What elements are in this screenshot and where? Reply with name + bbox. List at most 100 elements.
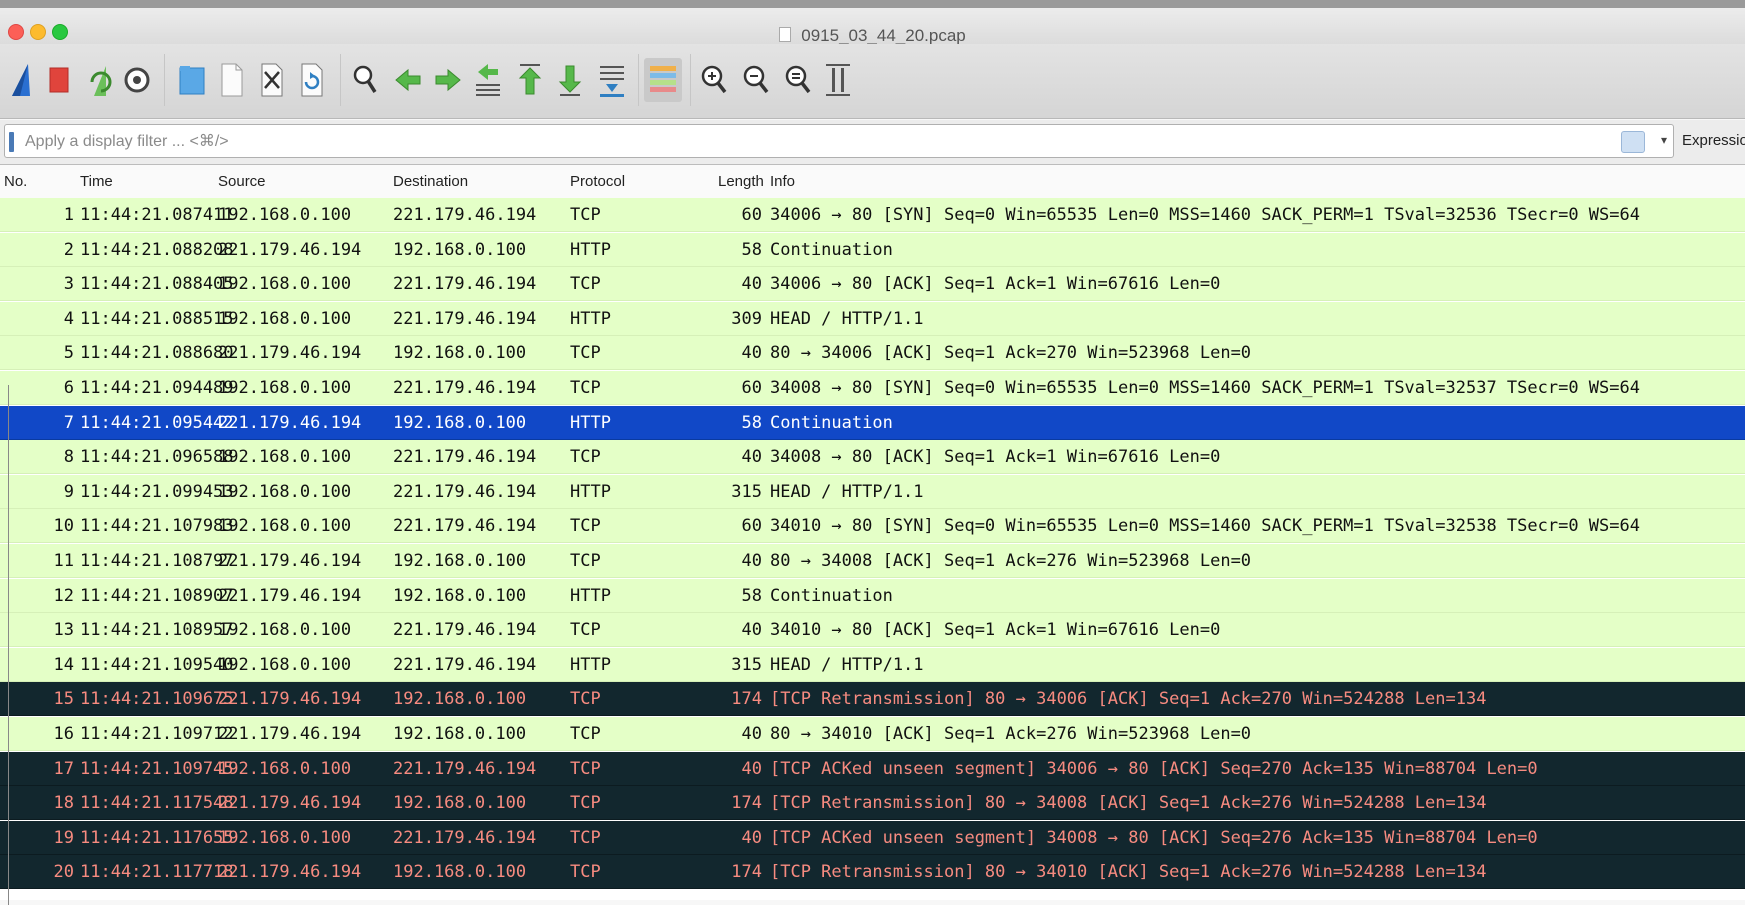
- packet-length: 309: [731, 308, 762, 329]
- packet-row[interactable]: 18 11:44:21.117548 221.179.46.194 192.168.0…: [0, 786, 1745, 821]
- zoom-in-icon[interactable]: [698, 58, 730, 102]
- packet-row[interactable]: 19 11:44:21.117655 192.168.0.100 221.179.46…: [0, 820, 1745, 855]
- go-to-packet-icon[interactable]: [472, 58, 504, 102]
- column-header-source[interactable]: Source: [218, 173, 266, 190]
- packet-length: 315: [731, 654, 762, 675]
- packet-row[interactable]: 1 11:44:21.087411 192.168.0.100 221.179.46.…: [0, 198, 1745, 232]
- packet-no: 2: [63, 239, 74, 260]
- packet-info: Continuation: [770, 412, 893, 433]
- filter-dropdown-icon[interactable]: ▾: [1661, 133, 1667, 147]
- packet-info: 34008 → 80 [ACK] Seq=1 Ack=1 Win=67616 L…: [770, 447, 1221, 468]
- packet-source: 192.168.0.100: [218, 274, 352, 295]
- packet-row[interactable]: 4 11:44:21.088515 192.168.0.100 221.179.46.…: [0, 301, 1745, 336]
- capture-options-icon[interactable]: [122, 58, 154, 102]
- packet-protocol: HTTP: [570, 585, 611, 606]
- packet-row[interactable]: 15 11:44:21.109675 221.179.46.194 192.168.0…: [0, 682, 1745, 717]
- column-header-time[interactable]: Time: [80, 173, 113, 190]
- packet-row[interactable]: 6 11:44:21.094489 192.168.0.100 221.179.46.…: [0, 371, 1745, 405]
- packet-info: 80 → 34008 [ACK] Seq=1 Ack=276 Win=52396…: [770, 551, 1252, 571]
- packet-row[interactable]: 12 11:44:21.108907 221.179.46.194 192.168.0…: [0, 578, 1745, 613]
- go-last-icon[interactable]: [554, 58, 586, 102]
- packet-source: 221.179.46.194: [218, 689, 362, 710]
- zoom-out-icon[interactable]: [740, 58, 772, 102]
- packet-row[interactable]: 13 11:44:21.108957 192.168.0.100 221.179.46…: [0, 613, 1745, 648]
- packet-destination: 192.168.0.100: [393, 724, 527, 744]
- packet-time: 11:44:21.108957: [80, 620, 234, 641]
- packet-row[interactable]: 2 11:44:21.088208 221.179.46.194 192.168.0.…: [0, 232, 1745, 267]
- packet-time: 11:44:21.109540: [80, 654, 234, 675]
- close-file-icon[interactable]: [256, 58, 288, 102]
- packet-protocol: TCP: [570, 516, 601, 537]
- column-header-info[interactable]: Info: [770, 173, 795, 190]
- packet-protocol: HTTP: [570, 412, 611, 433]
- packet-source: 221.179.46.194: [218, 585, 362, 606]
- packet-row[interactable]: 5 11:44:21.088680 221.179.46.194 192.168.0.…: [0, 336, 1745, 371]
- go-first-icon[interactable]: [514, 58, 546, 102]
- packet-destination: 192.168.0.100: [393, 551, 527, 571]
- packet-row[interactable]: 10 11:44:21.107983 192.168.0.100 221.179.46…: [0, 509, 1745, 544]
- autoscroll-icon[interactable]: [596, 58, 628, 102]
- packet-time: 11:44:21.108907: [80, 585, 234, 606]
- packet-info: Continuation: [770, 239, 893, 260]
- toolbar-separator: [690, 54, 691, 106]
- packet-no: 6: [63, 378, 74, 398]
- column-header-destination[interactable]: Destination: [393, 173, 468, 190]
- column-header-length[interactable]: Length: [718, 173, 764, 190]
- display-filter-box: ▾: [4, 124, 1674, 158]
- packet-info: 80 → 34010 [ACK] Seq=1 Ack=276 Win=52396…: [770, 724, 1252, 744]
- packet-time: 11:44:21.117718: [80, 862, 234, 883]
- column-header-protocol[interactable]: Protocol: [570, 173, 625, 190]
- go-forward-icon[interactable]: [432, 58, 464, 102]
- packet-length: 174: [731, 689, 762, 710]
- packet-source: 192.168.0.100: [218, 308, 352, 329]
- packet-time: 11:44:21.095442: [80, 412, 234, 433]
- packet-length: 174: [731, 862, 762, 883]
- packet-time: 11:44:21.088680: [80, 343, 234, 364]
- packet-source: 221.179.46.194: [218, 724, 362, 744]
- packet-no: 10: [53, 516, 74, 537]
- packet-protocol: TCP: [570, 620, 601, 641]
- packet-length: 40: [741, 758, 762, 779]
- go-back-icon[interactable]: [392, 58, 424, 102]
- packet-length: 58: [741, 239, 762, 260]
- column-header-no[interactable]: No.: [4, 173, 27, 190]
- reload-file-icon[interactable]: [296, 58, 328, 102]
- packet-destination: 221.179.46.194: [393, 274, 537, 295]
- packet-row[interactable]: 11 11:44:21.108797 221.179.46.194 192.168.0…: [0, 544, 1745, 578]
- resize-columns-icon[interactable]: [822, 58, 854, 102]
- packet-row[interactable]: 7 11:44:21.095442 221.179.46.194 192.168.0.…: [0, 405, 1745, 440]
- packet-length: 174: [731, 793, 762, 814]
- toolbar-separator: [638, 54, 639, 106]
- start-capture-fin-icon[interactable]: [6, 58, 38, 102]
- packet-row[interactable]: 20 11:44:21.117718 221.179.46.194 192.168.0…: [0, 855, 1745, 890]
- zoom-normal-icon[interactable]: [782, 58, 814, 102]
- packet-no: 13: [53, 620, 74, 641]
- packet-info: [TCP Retransmission] 80 → 34008 [ACK] Se…: [770, 793, 1487, 814]
- filter-apply-icon[interactable]: [1621, 131, 1645, 153]
- restart-capture-icon[interactable]: [84, 58, 116, 102]
- packet-no: 18: [53, 793, 74, 814]
- expression-button[interactable]: Expression...: [1682, 132, 1745, 149]
- packet-row[interactable]: 17 11:44:21.109745 192.168.0.100 221.179.46…: [0, 751, 1745, 786]
- display-filter-bar: ▾ Expression...: [0, 120, 1745, 165]
- save-file-icon[interactable]: [216, 58, 248, 102]
- packet-source: 221.179.46.194: [218, 862, 362, 883]
- packet-row[interactable]: 14 11:44:21.109540 192.168.0.100 221.179.46…: [0, 647, 1745, 682]
- packet-protocol: TCP: [570, 793, 601, 814]
- packet-info: 34006 → 80 [SYN] Seq=0 Win=65535 Len=0 M…: [770, 205, 1640, 225]
- packet-row[interactable]: 9 11:44:21.099453 192.168.0.100 221.179.46.…: [0, 474, 1745, 509]
- find-packet-icon[interactable]: [350, 58, 382, 102]
- display-filter-input[interactable]: [23, 128, 1627, 156]
- packet-no: 1: [63, 205, 74, 225]
- packet-time: 11:44:21.099453: [80, 481, 234, 502]
- packet-length: 315: [731, 481, 762, 502]
- filter-bookmark-icon[interactable]: [9, 132, 14, 152]
- open-file-icon[interactable]: [176, 58, 208, 102]
- stop-capture-icon[interactable]: [44, 58, 76, 102]
- colorize-icon[interactable]: [644, 58, 682, 102]
- toolbar-separator: [340, 54, 341, 106]
- packet-row[interactable]: 8 11:44:21.096588 192.168.0.100 221.179.46.…: [0, 440, 1745, 475]
- packet-row[interactable]: 16 11:44:21.109712 221.179.46.194 192.168.0…: [0, 717, 1745, 751]
- packet-no: 17: [53, 758, 74, 779]
- packet-row[interactable]: 3 11:44:21.088405 192.168.0.100 221.179.46.…: [0, 267, 1745, 302]
